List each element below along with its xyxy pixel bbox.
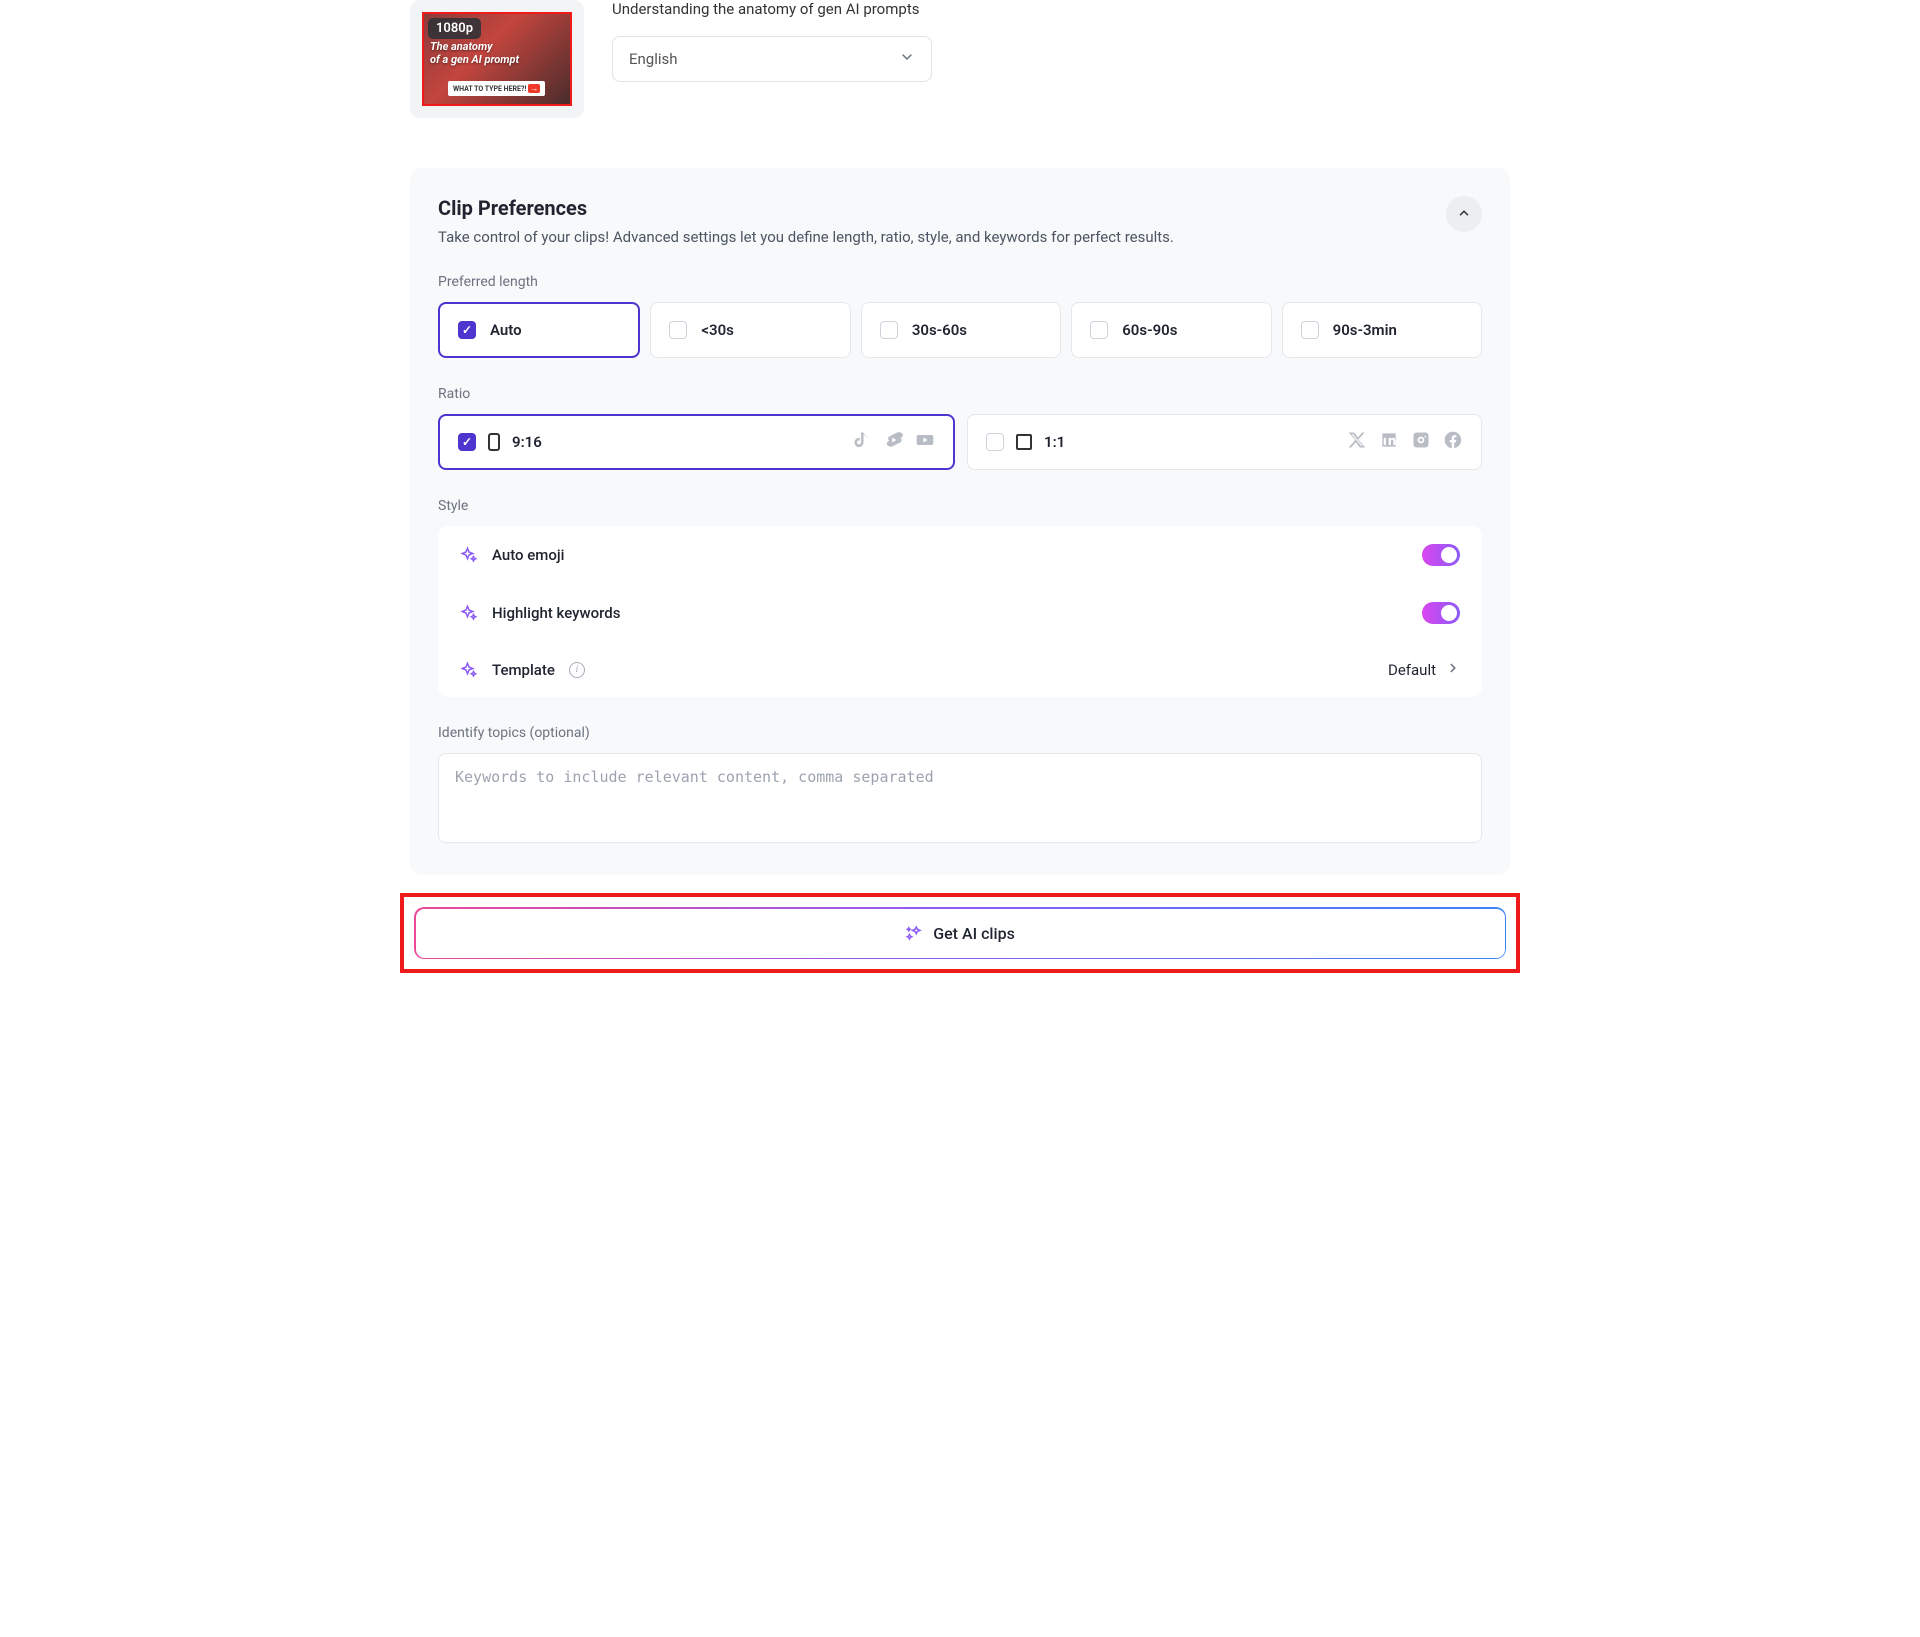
linkedin-icon	[1379, 430, 1399, 454]
ratio-option-square[interactable]: 1:1	[967, 414, 1482, 470]
checkbox-icon	[880, 321, 898, 339]
video-thumbnail-container: 1080p The anatomy of a gen AI prompt WHA…	[410, 0, 584, 118]
length-option-30-60s[interactable]: 30s-60s	[861, 302, 1061, 358]
magic-wand-icon	[905, 924, 923, 942]
style-row-auto-emoji: Auto emoji	[438, 526, 1482, 584]
length-option-auto[interactable]: Auto	[438, 302, 640, 358]
resolution-badge: 1080p	[428, 18, 481, 39]
video-title: Understanding the anatomy of gen AI prom…	[612, 0, 1510, 18]
checkbox-icon	[458, 321, 476, 339]
auto-emoji-toggle[interactable]	[1422, 544, 1460, 566]
collapse-button[interactable]	[1446, 196, 1482, 232]
preferences-title: Clip Preferences	[438, 196, 1174, 220]
length-option-30s[interactable]: <30s	[650, 302, 850, 358]
get-ai-clips-button[interactable]: Get AI clips	[413, 906, 1507, 960]
topics-label: Identify topics (optional)	[438, 725, 1482, 741]
info-icon[interactable]: i	[569, 662, 585, 678]
portrait-icon	[488, 433, 500, 451]
style-label: Style	[438, 498, 1482, 514]
tiktok-icon	[851, 430, 871, 454]
length-option-90s-3min[interactable]: 90s-3min	[1282, 302, 1482, 358]
sparkle-icon	[460, 546, 478, 564]
facebook-icon	[1443, 430, 1463, 454]
x-twitter-icon	[1347, 430, 1367, 454]
chevron-right-icon	[1446, 660, 1460, 679]
checkbox-icon	[1090, 321, 1108, 339]
ratio-option-portrait[interactable]: 9:16	[438, 414, 955, 470]
sparkle-icon	[460, 661, 478, 679]
checkbox-icon	[986, 433, 1004, 451]
chevron-up-icon	[1457, 205, 1471, 224]
length-option-60-90s[interactable]: 60s-90s	[1071, 302, 1271, 358]
ratio-label: Ratio	[438, 386, 1482, 402]
highlight-keywords-toggle[interactable]	[1422, 602, 1460, 624]
language-select[interactable]: English	[612, 36, 932, 82]
sparkle-icon	[460, 604, 478, 622]
cta-highlight-frame: Get AI clips	[400, 893, 1520, 973]
thumbnail-title: The anatomy of a gen AI prompt	[430, 40, 519, 66]
chevron-down-icon	[899, 49, 915, 69]
auto-emoji-label: Auto emoji	[492, 546, 564, 564]
checkbox-icon	[1301, 321, 1319, 339]
style-row-template[interactable]: Template i Default	[438, 642, 1482, 697]
preferred-length-label: Preferred length	[438, 274, 1482, 290]
checkbox-icon	[669, 321, 687, 339]
checkbox-icon	[458, 433, 476, 451]
highlight-keywords-label: Highlight keywords	[492, 604, 620, 622]
preferences-subtitle: Take control of your clips! Advanced set…	[438, 228, 1174, 246]
style-panel: Auto emoji Highlight keywords Template i…	[438, 526, 1482, 697]
style-row-highlight-keywords: Highlight keywords	[438, 584, 1482, 642]
video-icon	[915, 430, 935, 454]
ratio-options: 9:16 1:1	[438, 414, 1482, 470]
template-value: Default	[1388, 661, 1436, 679]
thumbnail-cta: WHAT TO TYPE HERE?!	[448, 81, 545, 96]
topics-input[interactable]	[438, 753, 1482, 843]
shorts-icon	[883, 430, 903, 454]
language-selected: English	[629, 50, 678, 68]
instagram-icon	[1411, 430, 1431, 454]
video-thumbnail[interactable]: 1080p The anatomy of a gen AI prompt WHA…	[422, 12, 572, 106]
square-icon	[1016, 434, 1032, 450]
length-options: Auto <30s 30s-60s 60s-90s 90s-3min	[438, 302, 1482, 358]
template-label: Template	[492, 661, 555, 679]
clip-preferences-card: Clip Preferences Take control of your cl…	[410, 168, 1510, 875]
cta-label: Get AI clips	[933, 924, 1015, 943]
